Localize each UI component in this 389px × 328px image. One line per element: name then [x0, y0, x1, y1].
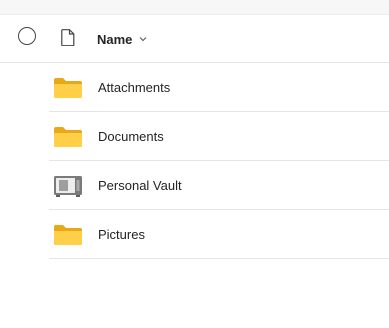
folder-icon [54, 78, 82, 98]
list-item-documents[interactable]: Documents [49, 112, 389, 161]
name-column-header[interactable]: Name [97, 31, 147, 47]
folder-icon [54, 225, 82, 245]
item-name[interactable]: Documents [98, 129, 164, 144]
name-column-label: Name [97, 31, 133, 47]
file-list-header: Name [0, 14, 389, 63]
item-name[interactable]: Attachments [98, 80, 170, 95]
select-all-checkbox[interactable] [18, 27, 36, 45]
toolbar-strip [0, 0, 389, 15]
file-type-icon [61, 29, 75, 46]
vault-icon [54, 176, 82, 197]
folder-icon [54, 127, 82, 147]
list-item-personal-vault[interactable]: Personal Vault [49, 161, 389, 210]
chevron-down-icon[interactable] [139, 36, 147, 42]
list-item-pictures[interactable]: Pictures [49, 210, 389, 259]
list-item-attachments[interactable]: Attachments [49, 63, 389, 112]
item-name[interactable]: Personal Vault [98, 178, 182, 193]
item-name[interactable]: Pictures [98, 227, 145, 242]
